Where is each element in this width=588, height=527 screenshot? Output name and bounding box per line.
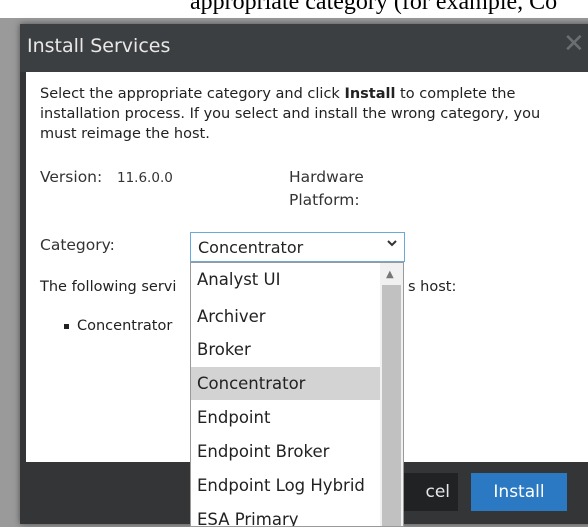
dropdown-option-esa-primary[interactable]: ESA Primary [191,503,380,526]
dropdown-option-endpoint[interactable]: Endpoint [191,401,380,434]
category-select[interactable]: Concentrator [190,232,405,262]
service-name: Concentrator [77,318,173,334]
intro-text: Select the appropriate category and clic… [40,84,580,144]
dropdown-scrollbar[interactable]: ▲ [380,263,403,526]
scroll-up-icon[interactable]: ▲ [386,269,394,280]
version-label: Version: [40,168,103,186]
dialog-title: Install Services [27,35,171,57]
category-dropdown-list: Analyst UI Archiver Broker Concentrator … [190,262,404,527]
following-services-text: The following servi [40,279,177,295]
chevron-down-icon [386,237,398,253]
dropdown-option-broker[interactable]: Broker [191,333,380,366]
dialog-titlebar: Install Services ✕ [20,24,588,72]
scrollbar-thumb[interactable] [382,285,401,526]
intro-prefix: Select the appropriate category and clic… [40,86,345,102]
following-services-text-end: s host: [408,279,457,295]
intro-install-bold: Install [344,86,396,102]
category-selected-value: Concentrator [198,238,304,257]
dropdown-option-concentrator[interactable]: Concentrator [191,367,380,400]
dropdown-option-archiver[interactable]: Archiver [191,300,380,333]
background-document-text: appropriate category (for example, Co [0,0,588,18]
category-label: Category: [40,236,115,254]
hardware-platform-label-line1: Hardware [289,168,364,186]
close-icon[interactable]: ✕ [563,31,585,57]
version-value: 11.6.0.0 [117,170,173,186]
background-text-line: appropriate category (for example, Co [190,0,558,15]
dropdown-option-analyst-ui[interactable]: Analyst UI [191,263,380,296]
hardware-platform-label-line2: Platform: [289,191,360,209]
dropdown-option-endpoint-broker[interactable]: Endpoint Broker [191,435,380,468]
service-list-item: Concentrator [64,318,172,334]
install-button[interactable]: Install [471,473,567,511]
bullet-icon [64,323,69,329]
dropdown-option-endpoint-log-hybrid[interactable]: Endpoint Log Hybrid [191,469,380,502]
